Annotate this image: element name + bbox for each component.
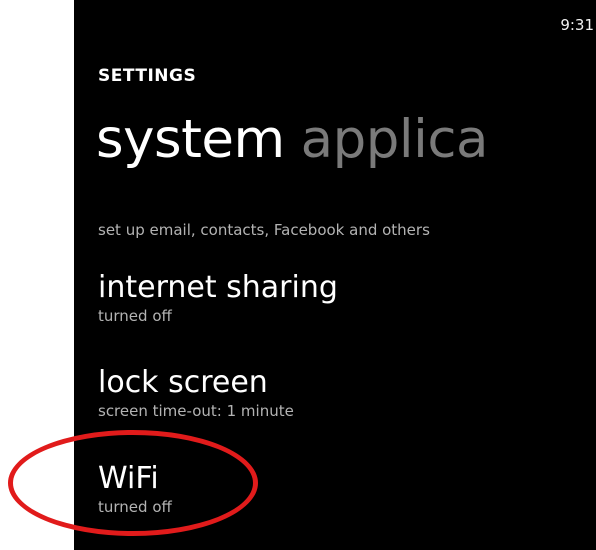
phone-screen: 9:31 SETTINGS system applica set up email… xyxy=(74,0,596,550)
setting-name: WiFi xyxy=(98,461,159,496)
setting-lock-screen[interactable]: lock screen screen time-out: 1 minute xyxy=(98,368,568,419)
setting-status: turned off xyxy=(98,498,172,516)
setting-wifi[interactable]: WiFi turned off xyxy=(98,464,568,515)
pivot-header: system applica xyxy=(96,113,488,166)
setting-name: internet sharing xyxy=(98,270,338,305)
setting-status: screen time-out: 1 minute xyxy=(98,402,294,420)
screenshot-stage: 9:31 SETTINGS system applica set up email… xyxy=(0,0,596,550)
email-accounts-subtitle[interactable]: set up email, contacts, Facebook and oth… xyxy=(98,223,430,238)
setting-name: lock screen xyxy=(98,365,268,400)
pivot-item-system[interactable]: system xyxy=(96,109,285,170)
setting-status: turned off xyxy=(98,307,172,325)
setting-internet-sharing[interactable]: internet sharing turned off xyxy=(98,273,568,324)
status-bar-time: 9:31 xyxy=(560,16,594,34)
pivot-item-applications[interactable]: applica xyxy=(301,109,489,170)
settings-app-title: SETTINGS xyxy=(98,66,197,86)
